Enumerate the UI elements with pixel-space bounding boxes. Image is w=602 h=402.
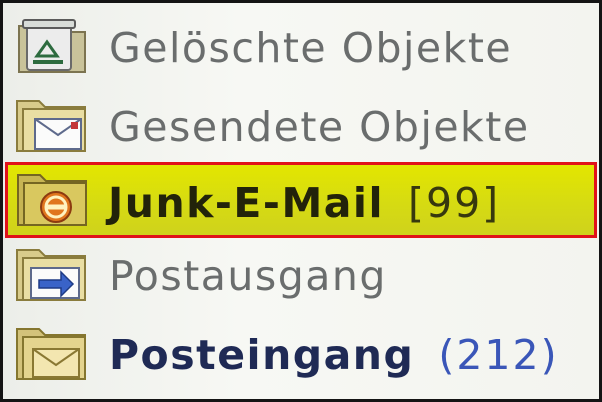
outbox-folder-icon — [16, 249, 86, 301]
folder-label: Postausgang — [109, 252, 387, 300]
folder-item-deleted-items[interactable]: Gelöschte Objekte — [3, 10, 599, 86]
folder-pane: Gelöschte Objekte Gesendete Objekte Junk… — [0, 0, 602, 402]
folder-label: Posteingang (212) — [109, 317, 559, 393]
folder-item-outbox[interactable]: Postausgang — [3, 238, 599, 314]
folder-list: Gelöschte Objekte Gesendete Objekte Junk… — [3, 3, 599, 399]
folder-item-junk-mail[interactable]: Junk-E-Mail [99] — [5, 162, 597, 238]
unread-count: [99] — [408, 179, 501, 227]
folder-label: Junk-E-Mail [99] — [108, 165, 500, 241]
inbox-folder-icon — [16, 328, 86, 380]
folder-label: Gelöschte Objekte — [109, 24, 513, 72]
folder-name: Junk-E-Mail — [108, 179, 385, 227]
folder-name: Posteingang — [109, 331, 415, 379]
folder-item-sent-items[interactable]: Gesendete Objekte — [3, 89, 599, 165]
trash-folder-icon — [18, 19, 86, 73]
folder-label: Gesendete Objekte — [109, 103, 530, 151]
unread-count: (212) — [438, 331, 559, 379]
folder-item-inbox[interactable]: Posteingang (212) — [3, 317, 599, 393]
sent-items-folder-icon — [16, 100, 86, 152]
junk-mail-folder-icon — [17, 174, 87, 226]
